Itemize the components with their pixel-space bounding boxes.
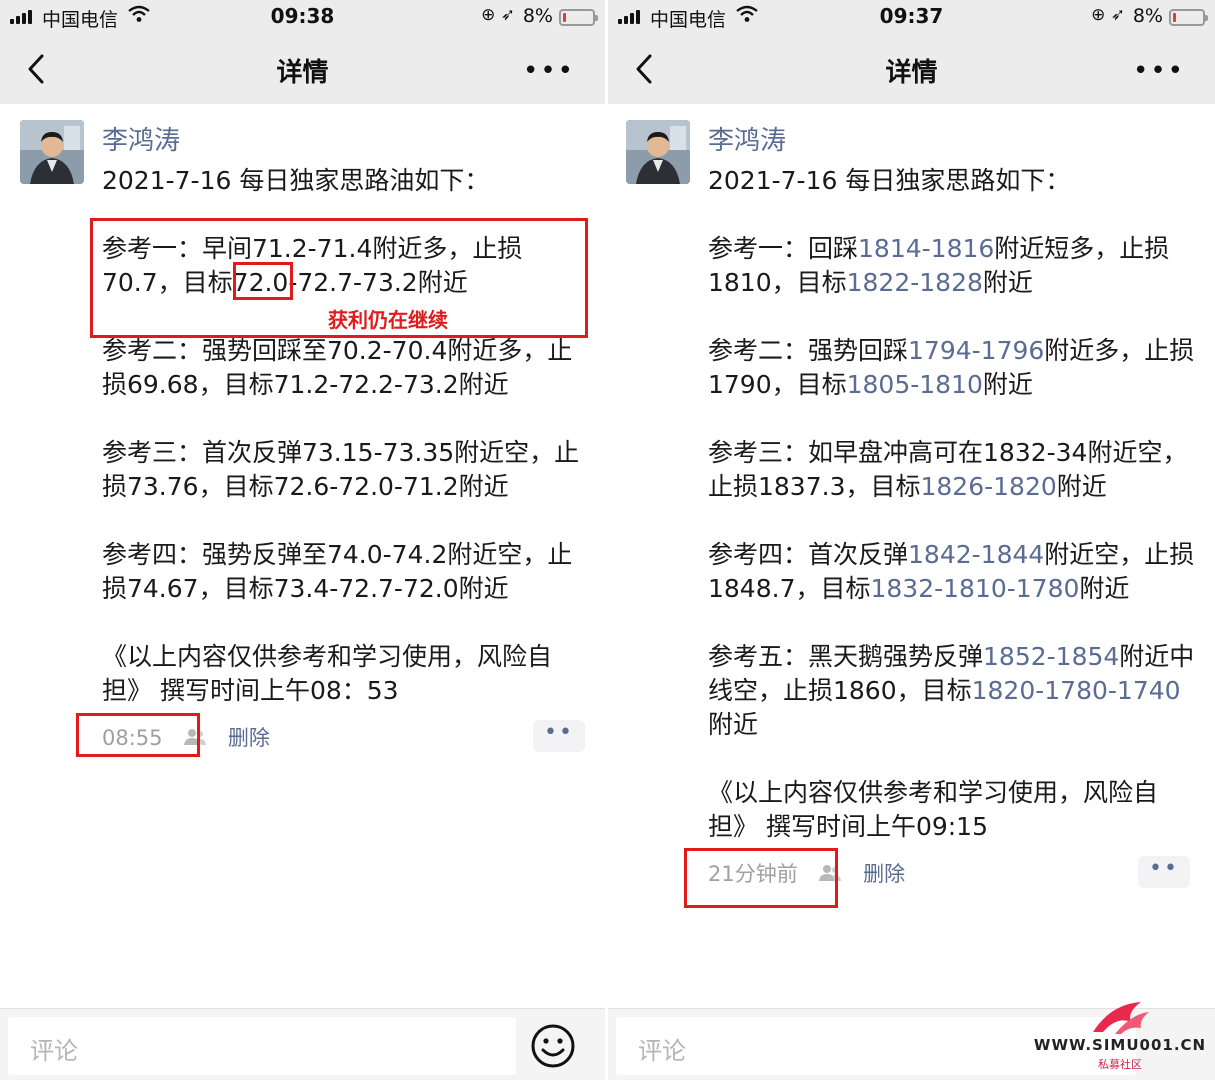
comment-action-button[interactable]: •• <box>1138 856 1190 888</box>
highlight-box-target <box>233 262 293 300</box>
post-ref-4: 参考四：首次反弹1842-1844附近空，止损1848.7，目标1832-181… <box>708 538 1203 606</box>
ref-text: 参考五：黑天鹅强势反弹 <box>708 642 984 671</box>
status-bar: 中国电信 09:37 ⊕ ➶ 8% <box>608 0 1215 34</box>
location-icon: ⊕ ➶ <box>1091 5 1125 25</box>
post-ref-5: 参考五：黑天鹅强势反弹1852-1854附近中线空，止损1860，目标1820-… <box>708 640 1203 742</box>
post-intro: 2021-7-16 每日独家思路如下： <box>708 166 1071 195</box>
annotation-label: 获利仍在继续 <box>328 308 448 332</box>
ref-text: 参考二：强势回踩 <box>708 336 909 365</box>
comment-action-button[interactable]: •• <box>533 720 585 752</box>
ref-text: 附近 <box>1056 472 1107 501</box>
avatar[interactable] <box>626 120 690 184</box>
highlight-box-time <box>684 848 838 908</box>
ref-price: 1832-1810-1780 <box>870 574 1080 603</box>
ref-text: 附近 <box>982 370 1033 399</box>
battery-icon <box>559 9 598 26</box>
page-title: 详情 <box>885 58 938 88</box>
post-content: 2021-7-16 每日独家思路如下： 参考一：回踩1814-1816附近短多，… <box>708 164 1203 844</box>
more-icon[interactable]: ••• <box>1133 56 1185 86</box>
left-screenshot: 中国电信 09:38 ⊕ ➶ 8% 详情 ••• 李鸿涛 2021-7-16 每… <box>0 0 605 1080</box>
highlight-box-time <box>76 713 200 757</box>
ref-price: 1842-1844 <box>908 540 1045 569</box>
ref-price: 1822-1828 <box>846 268 983 297</box>
post-ref-3: 参考三：首次反弹73.15-73.35附近空，止损73.76，目标72.6-72… <box>102 438 580 501</box>
status-bar: 中国电信 09:38 ⊕ ➶ 8% <box>0 0 605 34</box>
page-title: 详情 <box>276 58 329 88</box>
ref-text: 参考一：回踩 <box>708 234 859 263</box>
comment-bar: 评论 <box>0 1008 605 1080</box>
ref-text: 附近 <box>1079 574 1130 603</box>
ref-price: 1794-1796 <box>908 336 1045 365</box>
ref-price: 1805-1810 <box>846 370 983 399</box>
watermark-text: WWW.SIMU001.CN <box>1033 1036 1207 1054</box>
nav-bar: 详情 ••• <box>608 34 1215 104</box>
right-screenshot: 中国电信 09:37 ⊕ ➶ 8% 详情 ••• 李鸿涛 2021-7-16 每… <box>608 0 1215 1080</box>
battery-percent: 8% <box>522 5 553 27</box>
post-ref-2: 参考二：强势回踩1794-1796附近多，止损1790，目标1805-1810附… <box>708 334 1203 402</box>
post-ref-4: 参考四：强势反弹至74.0-74.2附近空，止损74.67，目标73.4-72.… <box>102 540 573 603</box>
post-ref-2: 参考二：强势回踩至70.2-70.4附近多，止损69.68，目标71.2-72.… <box>102 336 573 399</box>
site-watermark: WWW.SIMU001.CN 私募社区 <box>1031 1002 1209 1074</box>
ref-text: 附近 <box>982 268 1033 297</box>
more-icon[interactable]: ••• <box>523 56 575 86</box>
delete-link[interactable]: 删除 <box>228 726 270 750</box>
location-icon: ⊕ ➶ <box>481 5 515 25</box>
ref-text: 参考四：首次反弹 <box>708 540 909 569</box>
post-disclaimer: 《以上内容仅供参考和学习使用，风险自担》 撰写时间上午08：53 <box>102 642 553 705</box>
ref-price: 1852-1854 <box>983 642 1120 671</box>
watermark-subtext: 私募社区 <box>1098 1058 1142 1071</box>
ref-price: 1826-1820 <box>920 472 1057 501</box>
delete-link[interactable]: 删除 <box>863 862 905 886</box>
nav-bar: 详情 ••• <box>0 34 605 104</box>
post-disclaimer: 《以上内容仅供参考和学习使用，风险自担》 撰写时间上午09:15 <box>708 778 1159 841</box>
ref-price: 1820-1780-1740 <box>971 676 1181 705</box>
post-ref-1: 参考一：回踩1814-1816附近短多，止损1810，目标1822-1828附近 <box>708 232 1203 300</box>
battery-icon <box>1169 9 1208 26</box>
avatar[interactable] <box>20 120 84 184</box>
ref-price: 1814-1816 <box>858 234 995 263</box>
ref-text: 附近 <box>708 710 759 739</box>
comment-input[interactable]: 评论 <box>8 1017 516 1075</box>
emoji-icon[interactable] <box>530 1023 576 1069</box>
author-name[interactable]: 李鸿涛 <box>102 120 180 157</box>
post-ref-3: 参考三：如早盘冲高可在1832-34附近空，止损1837.3，目标1826-18… <box>708 436 1203 504</box>
battery-percent: 8% <box>1132 5 1163 27</box>
post-intro: 2021-7-16 每日独家思路油如下： <box>102 166 490 195</box>
author-name[interactable]: 李鸿涛 <box>708 120 786 157</box>
